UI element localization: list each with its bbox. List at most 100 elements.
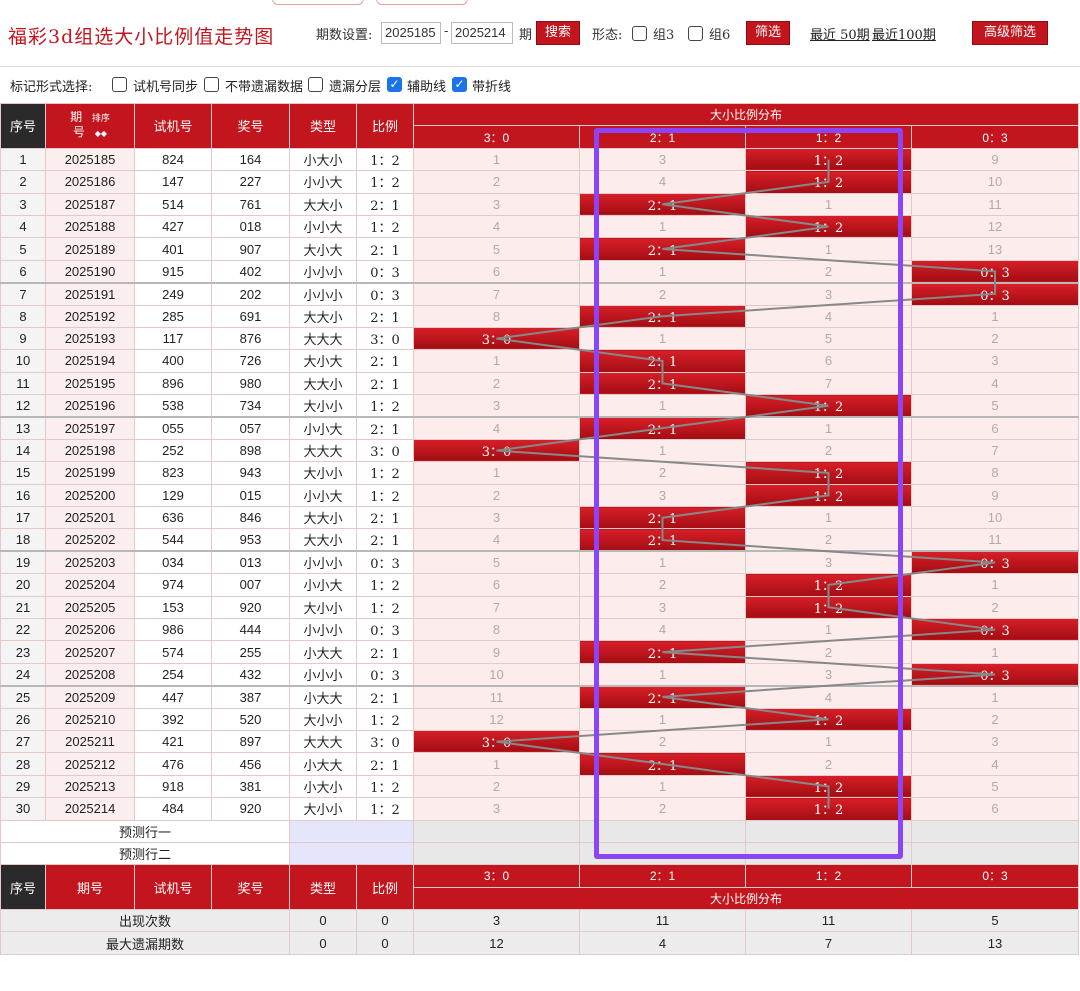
miss-cell: 5 (910, 774, 1080, 799)
miss-cell: 11 (910, 192, 1080, 216)
miss-layer-label: 遗漏分层 (329, 80, 382, 95)
header-seq: 序号 (0, 103, 46, 149)
row-issue: 2025192 (45, 304, 135, 328)
row-prize: 381 (211, 774, 290, 799)
miss-layer-checkbox[interactable] (308, 77, 323, 92)
predict-cell[interactable] (745, 819, 912, 843)
row-type: 大小小 (289, 797, 357, 821)
row-issue: 2025204 (45, 573, 135, 597)
row-seq: 5 (0, 237, 46, 261)
sort-arrows-icon[interactable]: ◆◆ (95, 129, 107, 138)
row-ratio: 2：1 (356, 684, 414, 709)
predict-cell[interactable] (910, 819, 1080, 843)
miss-cell: 1 (413, 752, 580, 776)
miss-cell: 3 (413, 394, 580, 418)
aux-line-checkbox[interactable]: ✓ (387, 77, 402, 92)
header-issue[interactable]: 期 排序 号 ◆◆ (45, 103, 135, 149)
row-ratio: 1：2 (356, 483, 414, 508)
predict-input-cell[interactable] (289, 819, 414, 843)
row-trial: 254 (134, 662, 212, 687)
period-from-input[interactable]: 2025185 (381, 22, 441, 44)
hit-cell: 3：0 (413, 729, 580, 754)
row-issue: 2025187 (45, 192, 135, 216)
predict-cell[interactable] (413, 841, 580, 866)
row-prize: 897 (211, 729, 290, 754)
predict-row-1[interactable]: 预测行一 (0, 819, 1080, 843)
row-prize: 255 (211, 640, 290, 664)
mark-options-bar: 标记形式选择: 试机号同步 不带遗漏数据 遗漏分层 ✓ 辅助线 ✓ 带折线 (0, 67, 1080, 104)
hit-cell: 1：2 (745, 573, 912, 597)
group6-checkbox[interactable] (688, 26, 703, 41)
miss-cell: 8 (910, 461, 1080, 485)
predict-cell[interactable] (413, 819, 580, 843)
hit-cell: 2：1 (579, 640, 746, 664)
miss-cell: 3 (745, 550, 912, 575)
row-issue: 2025201 (45, 506, 135, 530)
stat-label: 出现次数 (0, 909, 290, 933)
period-to-input[interactable]: 2025214 (451, 22, 513, 44)
miss-cell: 2 (910, 707, 1080, 731)
header-issue-top: 期 (70, 110, 83, 125)
recent-50-link[interactable]: 最近 50期 (810, 24, 870, 43)
hit-cell: 2：1 (579, 752, 746, 776)
row-prize: 387 (211, 684, 290, 709)
hit-cell: 1：2 (745, 797, 912, 821)
footer-header-trial: 试机号 (134, 864, 212, 911)
row-type: 小大大 (289, 684, 357, 709)
polyline-checkbox[interactable]: ✓ (452, 77, 467, 92)
filter-button[interactable]: 筛选 (746, 21, 790, 45)
search-button[interactable]: 搜索 (536, 21, 580, 45)
table-row: 2 2025186 147 227 小小大 1：2 2 4 1：2 10 (0, 170, 1080, 194)
miss-cell: 5 (413, 550, 580, 575)
sync-trial-checkbox[interactable] (112, 77, 127, 92)
table-row: 21 2025205 153 920 大小小 1：2 7 3 1：2 2 (0, 595, 1080, 619)
recent-100-link[interactable]: 最近100期 (872, 24, 936, 43)
predict-input-cell[interactable] (289, 841, 414, 866)
ratio-header-0: 3：0 (413, 125, 580, 149)
row-ratio: 3：0 (356, 729, 414, 754)
miss-cell: 6 (910, 797, 1080, 821)
advanced-filter-button[interactable]: 高级筛选 (972, 21, 1048, 45)
row-ratio: 2：1 (356, 415, 414, 440)
miss-cell: 3 (413, 192, 580, 216)
row-issue: 2025185 (45, 147, 135, 172)
row-type: 小大大 (289, 640, 357, 664)
miss-cell: 4 (413, 528, 580, 552)
footer-header-prize: 奖号 (211, 864, 290, 911)
row-issue: 2025211 (45, 729, 135, 754)
row-type: 大大小 (289, 304, 357, 328)
miss-cell: 1 (413, 461, 580, 485)
row-type: 小小大 (289, 573, 357, 597)
miss-cell: 2 (910, 595, 1080, 619)
group3-checkbox[interactable] (632, 26, 647, 41)
row-trial: 285 (134, 304, 212, 328)
row-type: 大小小 (289, 707, 357, 731)
hit-cell: 1：2 (745, 774, 912, 799)
table-row: 9 2025193 117 876 大大大 3：0 3：0 1 5 2 (0, 326, 1080, 351)
hit-cell: 0：3 (910, 550, 1080, 575)
row-seq: 28 (0, 752, 46, 776)
row-trial: 915 (134, 259, 212, 284)
stat-cell: 11 (745, 909, 912, 933)
predict-cell[interactable] (745, 841, 912, 866)
row-seq: 12 (0, 394, 46, 418)
predict-cell[interactable] (579, 819, 746, 843)
predict-cell[interactable] (579, 841, 746, 866)
table-row: 26 2025210 392 520 大小小 1：2 12 1 1：2 2 (0, 707, 1080, 731)
row-seq: 6 (0, 259, 46, 284)
miss-cell: 12 (910, 214, 1080, 239)
predict-row-2[interactable]: 预测行二 (0, 841, 1080, 866)
table-row: 5 2025189 401 907 大小大 2：1 5 2：1 1 13 (0, 237, 1080, 261)
miss-cell: 1 (579, 259, 746, 284)
top-tab-right[interactable] (376, 0, 468, 5)
group3-label: 组3 (653, 28, 675, 43)
predict-cell[interactable] (910, 841, 1080, 866)
row-prize: 920 (211, 797, 290, 821)
top-tab-left[interactable] (272, 0, 364, 5)
page-title: 福彩3d组选大小比例值走势图 (8, 26, 275, 48)
miss-cell: 5 (413, 237, 580, 261)
header-sort-label[interactable]: 排序 (92, 114, 110, 124)
miss-cell: 3 (579, 147, 746, 172)
miss-cell: 4 (579, 617, 746, 642)
no-miss-checkbox[interactable] (204, 77, 219, 92)
